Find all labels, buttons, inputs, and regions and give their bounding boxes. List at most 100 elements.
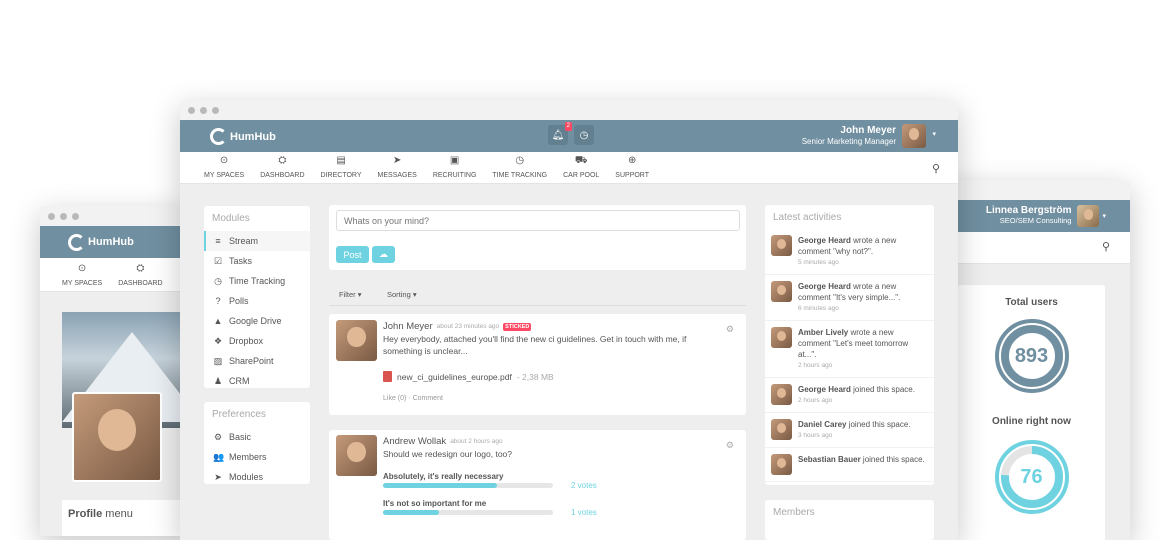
nav-my-spaces[interactable]: ⊙ MY SPACES <box>54 264 110 291</box>
nav-dashboard[interactable]: ⛭ DASHBOARD <box>110 264 170 291</box>
post-author-avatar[interactable] <box>336 320 377 361</box>
poll-votes[interactable]: 2 votes <box>571 481 597 490</box>
menu-item-google-drive[interactable]: ▲ Google Drive <box>204 311 310 331</box>
activities-heading: Latest activities <box>773 212 842 223</box>
search-icon[interactable]: ⚲ <box>932 162 940 175</box>
top-bar: HumHub 🔔︎ 2 ◷ John Meyer Senior Marketin… <box>180 120 958 152</box>
nav-dashboard[interactable]: ⛭ DASHBOARD <box>252 156 312 183</box>
post-card: Andrew Wollak about 2 hours ago ⚙ Should… <box>329 430 746 540</box>
activity-avatar[interactable] <box>771 235 792 256</box>
activity-item[interactable]: George Heard wrote a new comment "why no… <box>765 229 934 275</box>
poll-option-label: It's not so important for me <box>383 499 487 508</box>
menu-item-basic[interactable]: ⚙ Basic <box>204 427 310 447</box>
file-name[interactable]: new_ci_guidelines_europe.pdf <box>397 372 512 382</box>
nav-label: MESSAGES <box>377 172 417 179</box>
post-author[interactable]: John Meyer <box>383 321 433 332</box>
attachment[interactable]: new_ci_guidelines_europe.pdf - 2,38 MB <box>383 371 554 382</box>
divider <box>329 305 746 306</box>
post-author-avatar[interactable] <box>336 435 377 476</box>
activity-item[interactable]: George Heard wrote a new comment "It's v… <box>765 275 934 321</box>
nav-my-spaces[interactable]: ⊙ MY SPACES <box>196 156 252 183</box>
filter-dropdown[interactable]: Filter ▾ <box>339 290 362 299</box>
menu-item-tasks[interactable]: ☑ Tasks <box>204 251 310 271</box>
activity-item[interactable]: Daniel Carey joined this space. 3 hours a… <box>765 413 934 448</box>
activity-item[interactable]: Amber Lively wrote a new comment "Let's … <box>765 321 934 378</box>
user-avatar[interactable] <box>1077 205 1100 227</box>
activity-avatar[interactable] <box>771 281 792 302</box>
user-avatar[interactable] <box>902 124 926 148</box>
menu-label: Google Drive <box>229 316 282 326</box>
menu-label: Basic <box>229 432 252 442</box>
user-name: Linnea Bergström <box>985 205 1072 216</box>
menu-label: Modules <box>229 472 264 482</box>
menu-item-dropbox[interactable]: ❖ Dropbox <box>204 331 310 351</box>
menu-item-members[interactable]: 👥 Members <box>204 447 310 467</box>
chevron-down-icon[interactable]: ▾ <box>932 130 936 138</box>
activity-button[interactable]: ◷ <box>574 125 594 145</box>
activity-time: 3 hours ago <box>798 432 833 439</box>
menu-icon: ▨ <box>213 355 223 366</box>
search-icon[interactable]: ⚲ <box>1102 240 1110 253</box>
nav-car-pool[interactable]: ⛟ CAR POOL <box>555 156 607 183</box>
members-panel: Members <box>765 500 934 540</box>
profile-menu-panel: Profile menu <box>62 500 190 536</box>
menu-label: Stream <box>229 236 259 246</box>
nav-icon: ▣ <box>449 155 460 166</box>
nav-icon: ◷ <box>515 155 525 166</box>
activity-avatar[interactable] <box>771 454 792 475</box>
upload-button[interactable]: ☁ <box>372 246 395 263</box>
activity-avatar[interactable] <box>771 327 792 348</box>
poll-option[interactable]: It's not so important for me <box>383 499 553 515</box>
like-link[interactable]: Like (0) <box>383 395 406 402</box>
activity-avatar[interactable] <box>771 419 792 440</box>
menu-item-stream[interactable]: ≡ Stream <box>204 231 310 251</box>
activity-body: Sebastian Bauer joined this space. <box>798 454 925 475</box>
notifications-button[interactable]: 🔔︎ 2 <box>548 122 572 145</box>
post-author[interactable]: Andrew Wollak <box>383 436 446 447</box>
settings-icon[interactable]: ⚙ <box>726 440 734 451</box>
menu-item-polls[interactable]: ? Polls <box>204 291 310 311</box>
settings-icon[interactable]: ⚙ <box>726 324 734 335</box>
post-input[interactable] <box>336 210 740 231</box>
post-text: Hey everybody, attached you'll find the … <box>383 334 687 356</box>
nav-support[interactable]: ⊕ SUPPORT <box>607 156 657 183</box>
nav-recruiting[interactable]: ▣ RECRUITING <box>425 156 485 183</box>
humhub-logo[interactable]: HumHub <box>210 128 276 145</box>
poll-option[interactable]: Absolutely, it's really necessary <box>383 472 553 488</box>
stats-panel: Total users 893 Online right now 76 <box>958 285 1105 540</box>
main-nav: ⊙ MY SPACES ⛭ DASHBOARD <box>40 258 190 292</box>
nav-label: DASHBOARD <box>260 172 305 179</box>
menu-item-modules[interactable]: ➤ Modules <box>204 467 310 487</box>
activity-body: George Heard joined this space. 2 hours a… <box>798 384 915 406</box>
nav-directory[interactable]: ▤ DIRECTORY <box>313 156 370 183</box>
activity-user: George Heard <box>798 282 851 291</box>
activity-item[interactable]: George Heard joined this space. 2 hours a… <box>765 378 934 413</box>
preferences-panel: Preferences ⚙ Basic 👥 Members ➤ Modules <box>204 402 310 484</box>
user-info[interactable]: John Meyer Senior Marketing Manager <box>802 125 896 147</box>
activity-avatar[interactable] <box>771 384 792 405</box>
activity-item[interactable]: Sebastian Bauer joined this space. <box>765 448 934 482</box>
window-chrome <box>180 100 958 120</box>
nav-time-tracking[interactable]: ◷ TIME TRACKING <box>484 156 555 183</box>
menu-label: Polls <box>229 296 249 306</box>
nav-messages[interactable]: ➤ MESSAGES <box>370 156 425 183</box>
chevron-down-icon[interactable]: ▾ <box>1102 212 1106 220</box>
notification-badge: 2 <box>564 122 572 131</box>
poll-votes[interactable]: 1 votes <box>571 508 597 517</box>
activity-text: joined this space. <box>846 420 911 429</box>
comment-link[interactable]: · Comment <box>408 395 443 402</box>
menu-item-time-tracking[interactable]: ◷ Time Tracking <box>204 271 310 291</box>
clock-icon: ◷ <box>579 129 589 141</box>
user-info[interactable]: Linnea Bergström SEO/SEM Consulting <box>986 206 1072 226</box>
post-button[interactable]: Post <box>336 246 369 263</box>
pdf-icon <box>383 371 392 382</box>
logo-icon <box>68 233 85 251</box>
menu-item-sharepoint[interactable]: ▨ SharePoint <box>204 351 310 371</box>
poll-bar <box>383 510 553 515</box>
profile-avatar[interactable] <box>72 392 162 482</box>
menu-icon: ◷ <box>214 275 222 286</box>
sorting-dropdown[interactable]: Sorting ▾ <box>387 290 417 299</box>
humhub-logo[interactable]: HumHub <box>68 233 134 251</box>
activity-text: joined this space. <box>850 385 915 394</box>
menu-item-crm[interactable]: ♟ CRM <box>204 371 310 391</box>
